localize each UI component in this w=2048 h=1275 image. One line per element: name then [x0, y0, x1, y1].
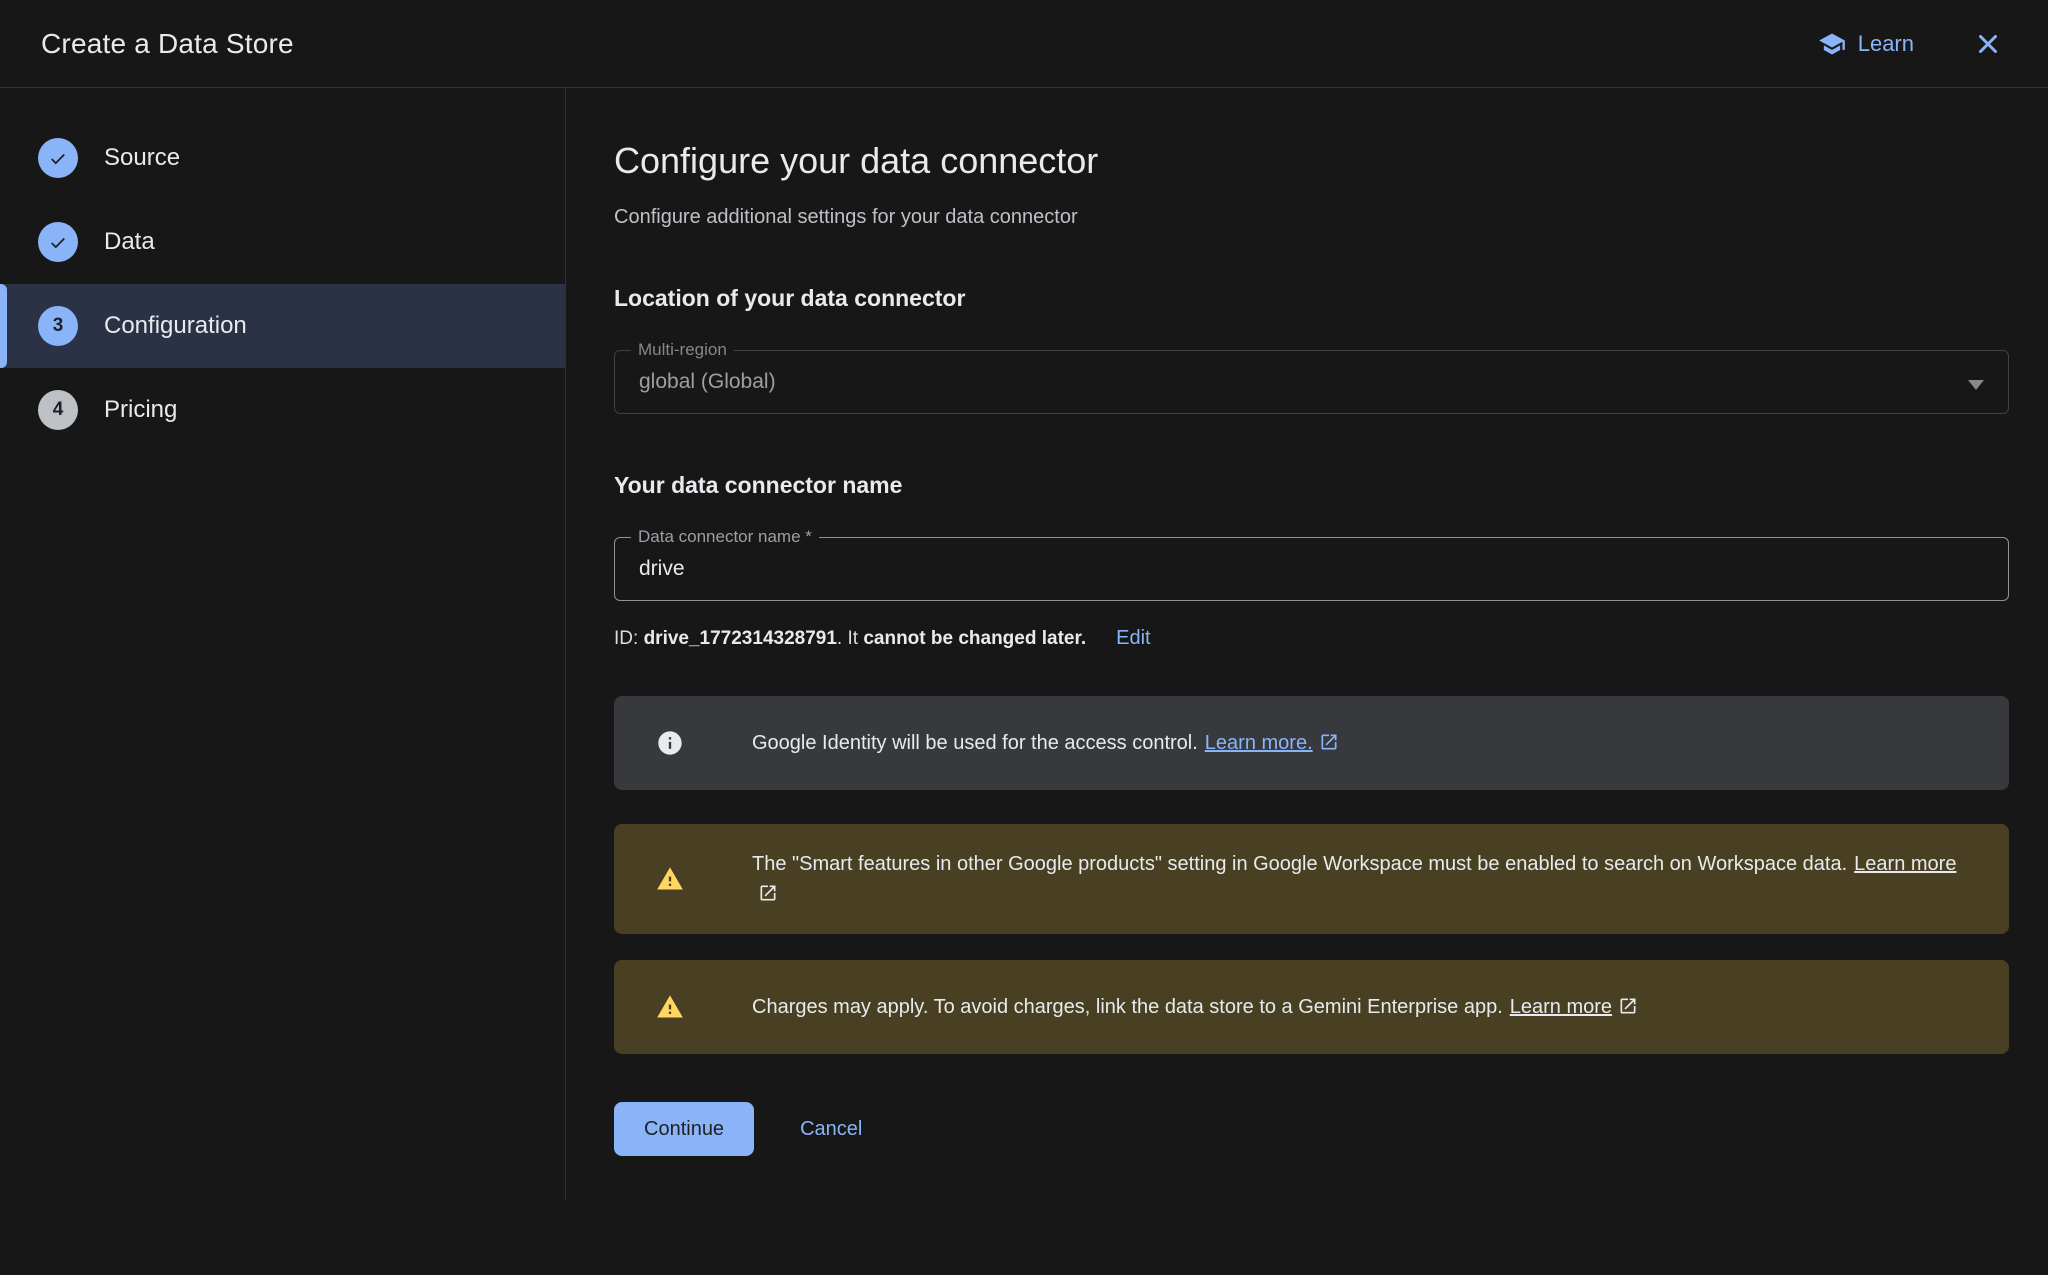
step-number-badge: 4	[38, 390, 78, 430]
step-complete-check-icon	[38, 138, 78, 178]
workspace-warning-text: The "Smart features in other Google prod…	[752, 849, 1959, 909]
stepper: Source Data 3 Configuration 4 Pricing	[0, 88, 566, 1200]
workspace-warning-banner: The "Smart features in other Google prod…	[614, 824, 2009, 934]
info-learn-more-link[interactable]: Learn more.	[1205, 732, 1339, 754]
warning-icon	[656, 865, 684, 893]
step-label: Source	[104, 144, 180, 172]
open-in-new-icon	[752, 883, 778, 905]
active-step-indicator	[0, 284, 7, 368]
data-connector-name-input[interactable]	[639, 557, 1984, 581]
cancel-button[interactable]: Cancel	[800, 1118, 862, 1141]
edit-id-link[interactable]: Edit	[1116, 627, 1150, 649]
charges-warning-text: Charges may apply. To avoid charges, lin…	[752, 992, 1638, 1022]
charges-learn-more-link[interactable]: Learn more	[1510, 996, 1638, 1018]
dialog-body: Source Data 3 Configuration 4 Pricing	[0, 88, 2048, 1200]
data-connector-name-field: Data connector name *	[614, 537, 2009, 601]
learn-link[interactable]: Learn	[1818, 30, 1914, 58]
page-title: Configure your data connector	[614, 140, 2048, 182]
multi-region-select[interactable]: Multi-region global (Global)	[614, 350, 2009, 414]
multi-region-label: Multi-region	[631, 340, 734, 360]
connector-id: drive_1772314328791	[644, 628, 837, 649]
dialog-header: Create a Data Store Learn	[0, 0, 2048, 88]
school-icon	[1818, 30, 1846, 58]
create-data-store-dialog: Create a Data Store Learn Source	[0, 0, 2048, 1200]
info-banner: Google Identity will be used for the acc…	[614, 696, 2009, 790]
stepper-item-data[interactable]: Data	[0, 200, 565, 284]
step-complete-check-icon	[38, 222, 78, 262]
multi-region-value: global (Global)	[639, 370, 776, 394]
page-subtitle: Configure additional settings for your d…	[614, 206, 2048, 229]
open-in-new-icon	[1313, 732, 1339, 754]
stepper-item-configuration[interactable]: 3 Configuration	[0, 284, 565, 368]
configuration-panel: Configure your data connector Configure …	[566, 88, 2048, 1200]
data-connector-name-label: Data connector name *	[631, 527, 819, 547]
charges-warning-banner: Charges may apply. To avoid charges, lin…	[614, 960, 2009, 1054]
step-number-badge: 3	[38, 306, 78, 346]
step-label: Data	[104, 228, 155, 256]
dialog-title: Create a Data Store	[41, 28, 294, 60]
learn-label: Learn	[1858, 31, 1914, 57]
close-icon[interactable]	[1972, 28, 2004, 60]
dropdown-arrow-icon	[1968, 380, 1984, 390]
continue-button[interactable]: Continue	[614, 1102, 754, 1156]
connector-id-line: ID: drive_1772314328791. It cannot be ch…	[614, 627, 2048, 650]
location-section-heading: Location of your data connector	[614, 285, 2048, 312]
form-actions: Continue Cancel	[614, 1102, 2048, 1156]
info-icon	[656, 729, 684, 757]
step-label: Configuration	[104, 312, 247, 340]
warning-icon	[656, 993, 684, 1021]
stepper-item-source[interactable]: Source	[0, 116, 565, 200]
open-in-new-icon	[1612, 996, 1638, 1018]
step-label: Pricing	[104, 396, 177, 424]
name-section-heading: Your data connector name	[614, 472, 2048, 499]
stepper-item-pricing[interactable]: 4 Pricing	[0, 368, 565, 452]
header-actions: Learn	[1818, 28, 2004, 60]
info-banner-text: Google Identity will be used for the acc…	[752, 728, 1339, 758]
